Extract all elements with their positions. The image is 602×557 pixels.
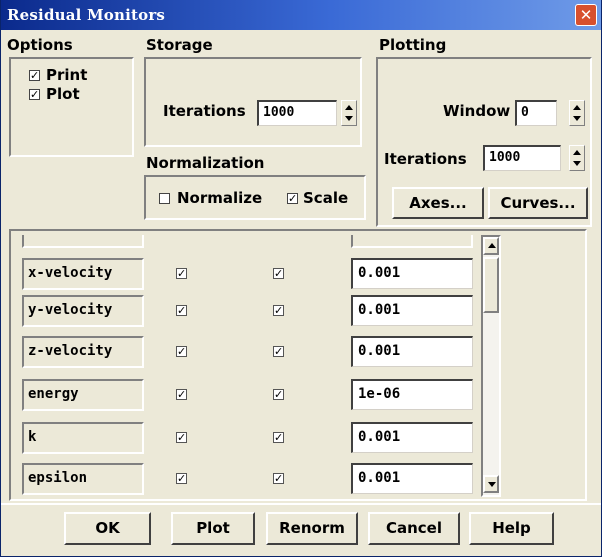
window-label: Window: [443, 102, 511, 120]
spin-up-icon[interactable]: [345, 105, 353, 110]
print-label: Print: [46, 66, 88, 84]
residual-check-converge[interactable]: ✓: [273, 268, 284, 279]
spin-down-icon[interactable]: [345, 116, 353, 121]
scroll-thumb[interactable]: [483, 257, 499, 313]
plot-check-icon: ✓: [30, 88, 40, 101]
residual-monitors-dialog: Residual Monitors ✕ Options ✓ Print ✓ Pl…: [0, 0, 602, 557]
check-icon: ✓: [177, 304, 187, 317]
window-spinner[interactable]: [569, 100, 585, 126]
renorm-button[interactable]: Renorm: [266, 512, 358, 545]
residual-name: x-velocity: [22, 258, 144, 290]
residual-criterion-input[interactable]: 0.001: [351, 258, 473, 289]
clipped-name-cell: [22, 235, 144, 248]
residual-check-monitor[interactable]: ✓: [176, 346, 187, 357]
check-icon: ✓: [274, 345, 284, 358]
ok-button[interactable]: OK: [64, 512, 151, 545]
normalize-label: Normalize: [177, 189, 263, 207]
residual-name: epsilon: [22, 463, 144, 495]
spin-up-icon[interactable]: [573, 105, 581, 110]
check-icon: ✓: [274, 388, 284, 401]
residual-check-monitor[interactable]: ✓: [176, 473, 187, 484]
residual-scrollbar[interactable]: [481, 235, 501, 497]
scroll-up-icon: [488, 243, 496, 248]
residual-criterion-input[interactable]: 0.001: [351, 295, 473, 326]
help-button[interactable]: Help: [469, 512, 554, 545]
residual-name: k: [22, 422, 144, 454]
scale-checkbox[interactable]: ✓: [287, 193, 298, 204]
window-input[interactable]: 0: [515, 100, 557, 126]
print-check-icon: ✓: [30, 69, 40, 82]
spin-down-icon[interactable]: [573, 161, 581, 166]
plot-label: Plot: [46, 85, 80, 103]
window-title: Residual Monitors: [7, 6, 166, 24]
check-icon: ✓: [274, 431, 284, 444]
residual-criterion-input[interactable]: 1e-06: [351, 379, 473, 410]
plot-iterations-label: Iterations: [384, 150, 467, 168]
residual-check-converge[interactable]: ✓: [273, 346, 284, 357]
residual-check-monitor[interactable]: ✓: [176, 268, 187, 279]
check-icon: ✓: [274, 472, 284, 485]
spin-up-icon[interactable]: [573, 150, 581, 155]
axes-button[interactable]: Axes...: [392, 187, 484, 219]
check-icon: ✓: [177, 267, 187, 280]
residual-check-monitor[interactable]: ✓: [176, 389, 187, 400]
residual-check-converge[interactable]: ✓: [273, 305, 284, 316]
check-icon: ✓: [177, 345, 187, 358]
residual-check-monitor[interactable]: ✓: [176, 305, 187, 316]
residual-name: z-velocity: [22, 336, 144, 368]
check-icon: ✓: [274, 267, 284, 280]
residual-check-converge[interactable]: ✓: [273, 432, 284, 443]
cancel-button[interactable]: Cancel: [368, 512, 460, 545]
plot-checkbox[interactable]: ✓: [29, 89, 40, 100]
storage-iterations-label: Iterations: [163, 102, 246, 120]
title-bar[interactable]: Residual Monitors ✕: [1, 0, 601, 30]
residual-criterion-input[interactable]: 0.001: [351, 463, 473, 494]
options-heading: Options: [7, 36, 73, 54]
residual-check-converge[interactable]: ✓: [273, 389, 284, 400]
curves-button[interactable]: Curves...: [488, 187, 588, 219]
scale-check-icon: ✓: [288, 192, 298, 205]
close-icon: ✕: [579, 6, 593, 24]
print-checkbox[interactable]: ✓: [29, 70, 40, 81]
close-button[interactable]: ✕: [575, 4, 597, 26]
plot-button[interactable]: Plot: [171, 512, 255, 545]
storage-iterations-input[interactable]: 1000: [257, 100, 337, 126]
spin-down-icon[interactable]: [573, 116, 581, 121]
plot-iterations-spinner[interactable]: [569, 145, 585, 171]
residual-name: y-velocity: [22, 295, 144, 327]
check-icon: ✓: [177, 431, 187, 444]
scale-label: Scale: [303, 189, 349, 207]
residual-check-converge[interactable]: ✓: [273, 473, 284, 484]
residual-criterion-input[interactable]: 0.001: [351, 422, 473, 453]
plot-iterations-input[interactable]: 1000: [483, 145, 561, 171]
normalize-checkbox[interactable]: [159, 193, 170, 204]
plotting-heading: Plotting: [379, 36, 447, 54]
storage-heading: Storage: [146, 36, 213, 54]
residual-criterion-input[interactable]: 0.001: [351, 336, 473, 367]
normalization-heading: Normalization: [146, 154, 265, 172]
check-icon: ✓: [177, 472, 187, 485]
residual-name: energy: [22, 379, 144, 411]
scroll-down-icon: [488, 482, 496, 487]
storage-iterations-spinner[interactable]: [341, 100, 357, 126]
clipped-value-cell: [351, 235, 473, 248]
residual-check-monitor[interactable]: ✓: [176, 432, 187, 443]
check-icon: ✓: [274, 304, 284, 317]
scroll-down-button[interactable]: [483, 475, 499, 493]
scroll-up-button[interactable]: [483, 237, 499, 255]
check-icon: ✓: [177, 388, 187, 401]
